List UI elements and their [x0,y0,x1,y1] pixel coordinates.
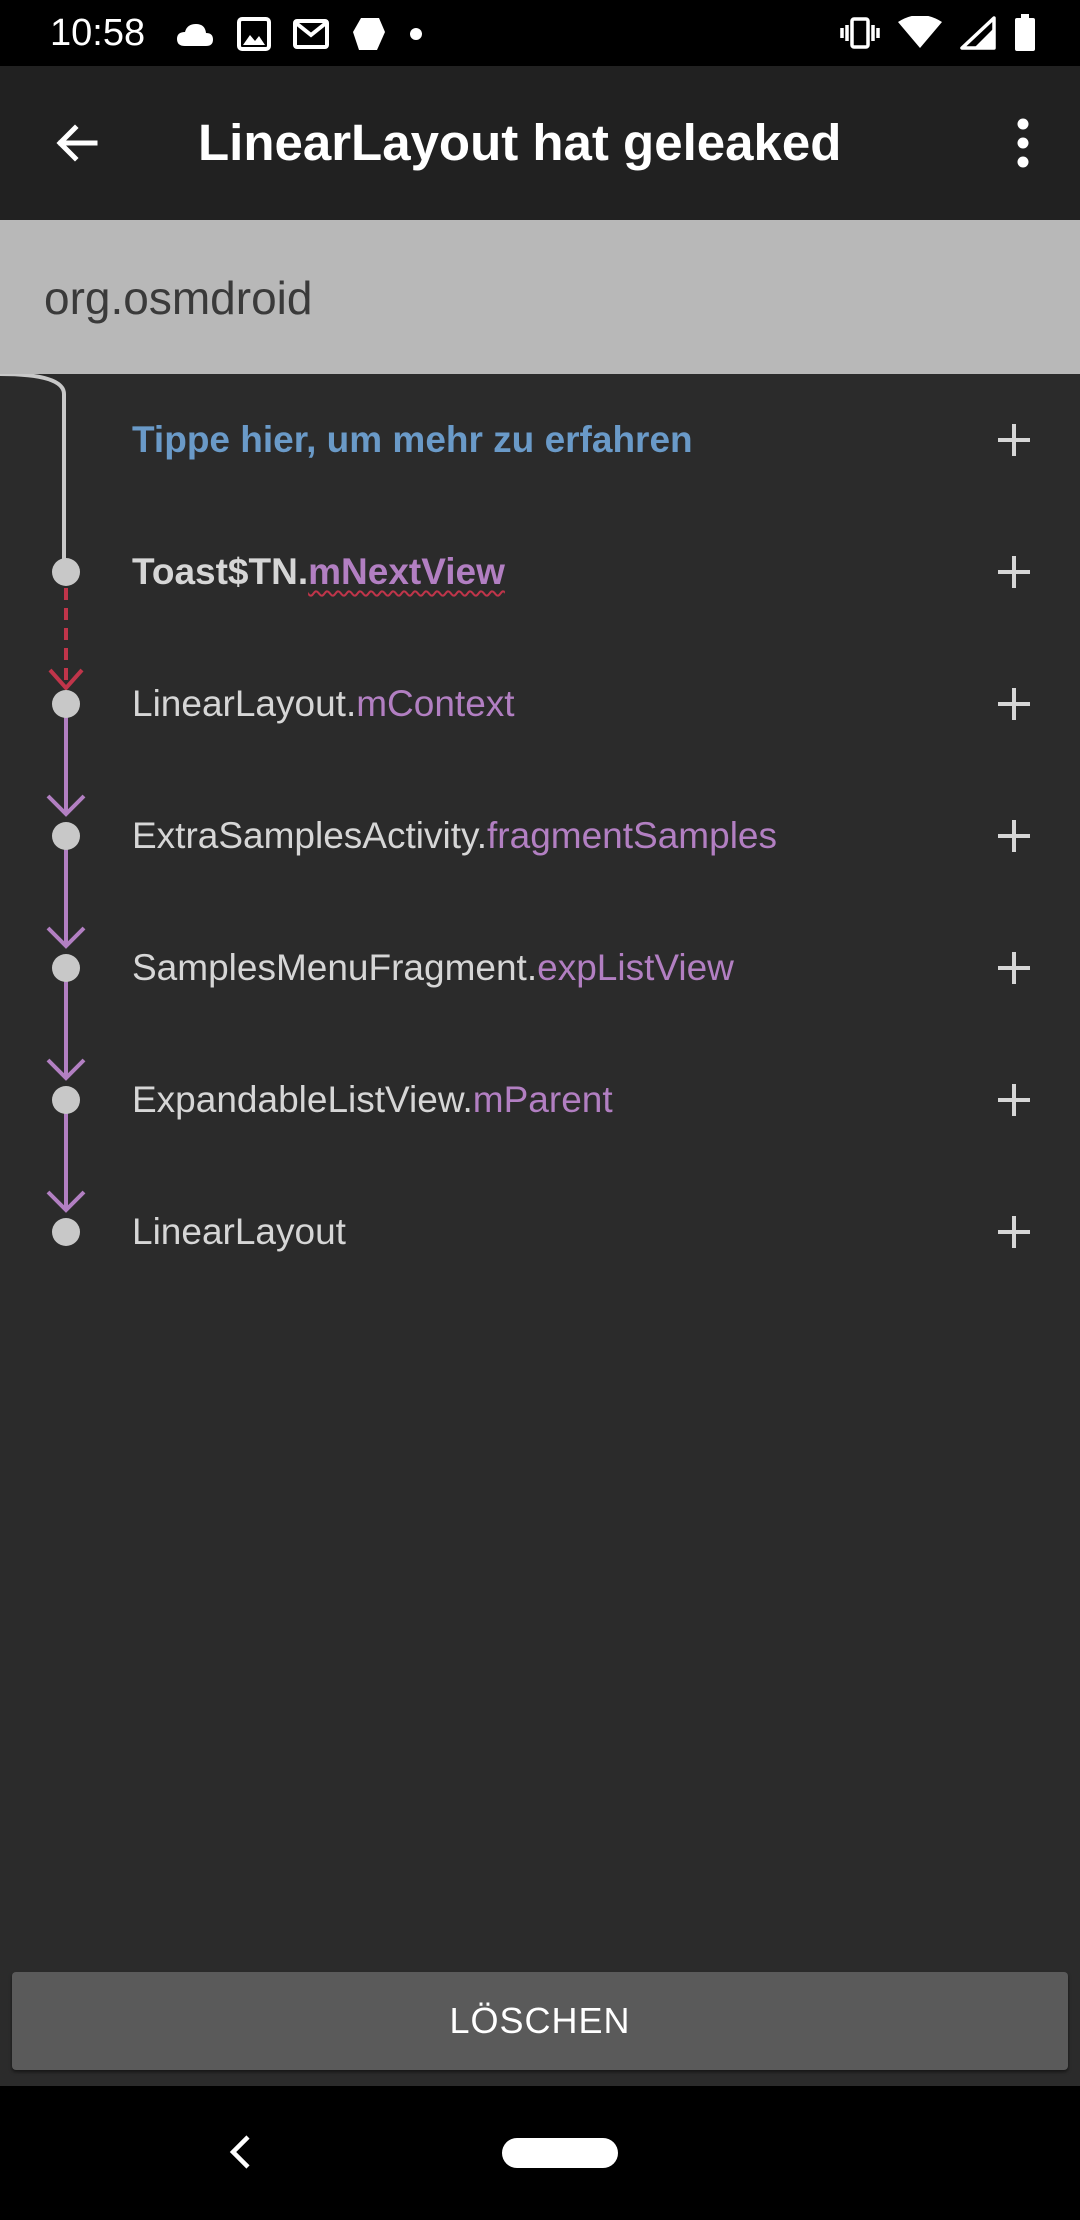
navigation-bar [0,2086,1080,2220]
hint-label: Tippe hier, um mehr zu erfahren [132,419,693,460]
trace-row-label: ExtraSamplesActivity.fragmentSamples [132,770,777,902]
nav-home-pill[interactable] [502,2138,618,2168]
trace-class-name: Toast$TN. [132,551,309,592]
back-button[interactable] [40,106,114,180]
shield-app-icon [353,18,385,50]
chevron-left-icon [229,2135,250,2169]
trace-field-name: mParent [472,1079,613,1120]
trace-field-name: mContext [356,683,515,724]
plus-icon [998,424,1030,456]
expand-button[interactable] [984,1202,1044,1262]
vibrate-icon [840,17,880,49]
trace-row-label: LinearLayout.mContext [132,638,515,770]
expand-button[interactable] [984,806,1044,866]
image-icon [237,17,271,51]
screen: 10:58 LinearLayout hat geleaked org.osmd… [0,0,1080,2220]
package-name: org.osmdroid [44,272,313,324]
cloud-icon [177,24,213,46]
trace-row[interactable]: ExpandableListView.mParent [0,1034,1080,1166]
trace-row-label: Toast$TN.mNextView [132,506,505,638]
trace-row[interactable]: LinearLayout [0,1166,1080,1298]
package-header: org.osmdroid [0,220,1080,374]
trace-field-name: mNextView [308,551,505,592]
nav-back-button[interactable] [220,2124,260,2180]
dot-icon [410,28,422,40]
expand-button[interactable] [984,1070,1044,1130]
plus-icon [998,952,1030,984]
page-title: LinearLayout hat geleaked [198,114,842,171]
gmail-icon [293,19,329,49]
trace-field-name: expListView [537,947,734,988]
expand-button[interactable] [984,410,1044,470]
plus-icon [998,1216,1030,1248]
trace-class-name: ExpandableListView. [132,1079,473,1120]
plus-icon [998,820,1030,852]
hint-row[interactable]: Tippe hier, um mehr zu erfahren [0,374,1080,506]
expand-button[interactable] [984,938,1044,998]
trace-field-name: fragmentSamples [487,815,777,856]
trace-class-name: LinearLayout. [132,683,357,724]
trace-class-name: ExtraSamplesActivity. [132,815,488,856]
plus-icon [998,556,1030,588]
clear-button[interactable]: LÖSCHEN [12,1972,1068,2070]
overflow-menu-button[interactable] [986,106,1060,180]
leak-trace: Tippe hier, um mehr zu erfahren Toast$TN… [0,374,1080,1968]
trace-row[interactable]: LinearLayout.mContext [0,638,1080,770]
trace-row-label: SamplesMenuFragment.expListView [132,902,734,1034]
trace-row-label: ExpandableListView.mParent [132,1034,613,1166]
toolbar: LinearLayout hat geleaked [0,66,1080,220]
trace-row[interactable]: SamplesMenuFragment.expListView [0,902,1080,1034]
status-time: 10:58 [50,12,146,54]
trace-class-name: LinearLayout [132,1211,346,1252]
trace-class-name: SamplesMenuFragment. [132,947,538,988]
battery-icon [1015,14,1035,51]
expand-button[interactable] [984,674,1044,734]
cell-signal-icon [960,16,996,50]
trace-row-label: LinearLayout [132,1166,346,1298]
status-system-icons [840,12,1036,54]
wifi-icon [898,16,942,48]
trace-row[interactable]: ExtraSamplesActivity.fragmentSamples [0,770,1080,902]
status-notification-icons [175,14,423,54]
arrow-back-icon [56,124,98,162]
plus-icon [998,688,1030,720]
expand-button[interactable] [984,542,1044,602]
status-bar: 10:58 [0,0,1080,66]
trace-row[interactable]: Toast$TN.mNextView [0,506,1080,638]
plus-icon [998,1084,1030,1116]
more-vert-icon [1017,118,1029,168]
